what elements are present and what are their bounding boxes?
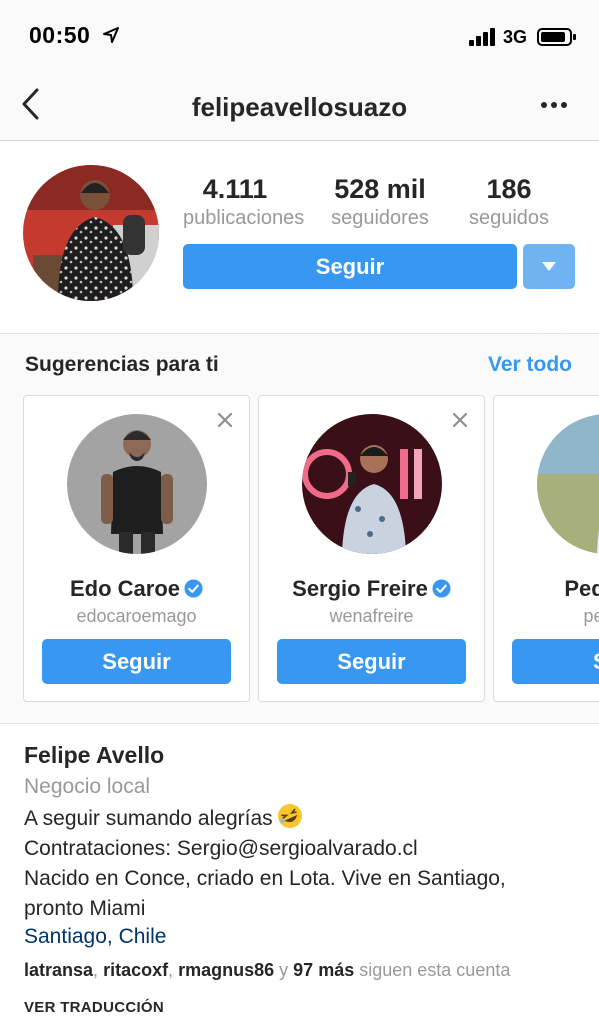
location-link[interactable]: Santiago, Chile: [24, 924, 584, 950]
bio-line: A seguir sumando alegrías: [24, 803, 584, 832]
signal-icon: [469, 28, 495, 46]
following-label: seguidos: [468, 207, 550, 229]
battery-icon: [537, 28, 576, 46]
suggestions-pointer: [536, 334, 568, 350]
suggestions-title: Sugerencias para ti: [25, 353, 219, 376]
follow-button[interactable]: Seguir: [183, 244, 517, 289]
suggestion-card: Edo Caroe edocaroemago Seguir: [23, 395, 250, 702]
stat-followers[interactable]: 528 mil seguidores: [324, 174, 436, 230]
profile-username-title: felipeavellosuazo: [191, 92, 408, 122]
suggestion-avatar[interactable]: [302, 414, 442, 554]
bio-line: Nacido en Conce, criado en Lota. Vive en…: [24, 867, 506, 890]
suggestions-section: Sugerencias para ti Ver todo Edo Caroe e…: [0, 334, 599, 724]
suggestion-follow-button[interactable]: Seguir: [277, 639, 466, 684]
stat-posts[interactable]: 4.111 publicaciones: [183, 174, 305, 230]
stat-following[interactable]: 186 seguidos: [460, 174, 558, 230]
suggestion-username: pedro: [583, 606, 599, 626]
suggestion-follow-button[interactable]: Seguir: [42, 639, 231, 684]
dropdown-caret-icon: [542, 262, 556, 271]
suggestions-toggle-button[interactable]: [523, 244, 575, 289]
following-count: 186: [486, 174, 532, 204]
suggestion-name[interactable]: Edo Caroe: [24, 576, 249, 602]
profile-full-name: Felipe Avello: [24, 742, 165, 768]
bio-line: pronto Miami: [24, 897, 146, 920]
verified-badge-icon: [184, 579, 203, 598]
suggestion-follow-button[interactable]: Se: [512, 639, 599, 684]
more-dots-icon[interactable]: [540, 100, 568, 110]
suggestion-card: Sergio Freire wenafreire Seguir: [258, 395, 485, 702]
suggestion-name[interactable]: Sergio Freire: [259, 576, 484, 602]
suggestion-username: wenafreire: [329, 606, 414, 626]
suggestion-avatar[interactable]: [537, 414, 599, 554]
profile-bio: Felipe Avello Negocio local A seguir sum…: [24, 742, 584, 1016]
suggestion-card: Pedro R pedro Se: [493, 395, 599, 702]
verified-badge-icon: [432, 579, 451, 598]
see-translation-link[interactable]: VER TRADUCCIÓN: [24, 999, 584, 1016]
rofl-emoji-icon: [277, 804, 302, 828]
profile-category: Negocio local: [24, 775, 151, 798]
suggestion-username: edocaroemago: [76, 606, 197, 626]
close-icon[interactable]: [217, 412, 233, 428]
nav-bar: felipeavellosuazo: [0, 70, 599, 141]
status-bar: 00:50 3G: [0, 0, 599, 70]
followed-by[interactable]: latransa, ritacoxf, rmagnus86 y 97 más s…: [24, 960, 584, 981]
suggestion-name[interactable]: Pedro R: [494, 576, 599, 602]
location-arrow-icon: [103, 27, 119, 43]
close-icon[interactable]: [452, 412, 468, 428]
status-time: 00:50: [29, 22, 91, 48]
posts-count: 4.111: [202, 174, 268, 204]
see-all-link[interactable]: Ver todo: [488, 353, 572, 377]
bio-line: Contrataciones: Sergio@sergioalvarado.cl: [24, 837, 418, 860]
followers-label: seguidores: [331, 207, 429, 229]
network-type: 3G: [503, 27, 528, 47]
suggestion-avatar[interactable]: [67, 414, 207, 554]
profile-avatar[interactable]: [23, 165, 159, 301]
profile-header: 4.111 publicaciones 528 mil seguidores 1…: [0, 142, 599, 334]
posts-label: publicaciones: [183, 207, 305, 229]
followers-count: 528 mil: [334, 174, 426, 204]
